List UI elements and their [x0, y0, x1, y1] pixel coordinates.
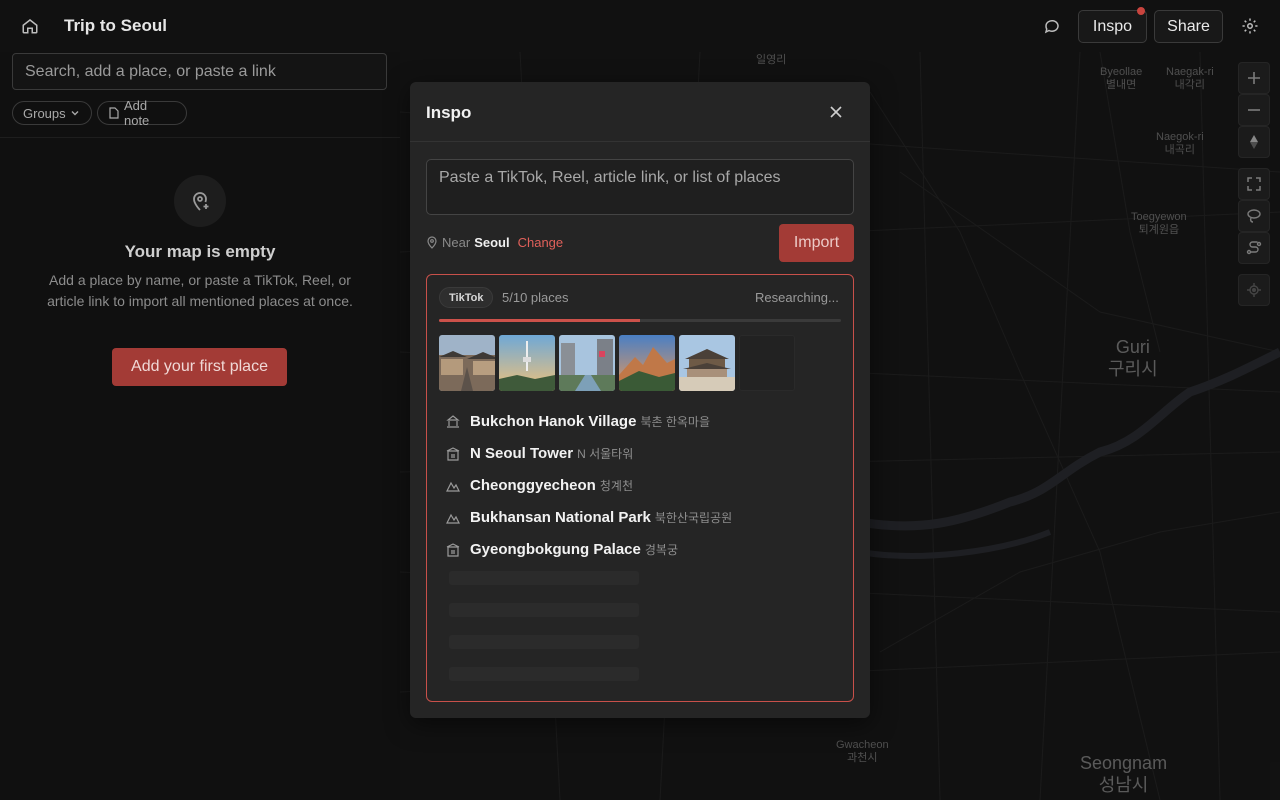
home-icon[interactable]: [18, 14, 42, 38]
list-item[interactable]: Bukchon Hanok Village 북촌 한옥마을: [445, 406, 732, 438]
add-note-button[interactable]: Add note: [97, 98, 187, 128]
groups-label: Groups: [23, 105, 66, 121]
trip-title[interactable]: Trip to Seoul: [64, 16, 167, 36]
thumbnail-placeholder: [739, 335, 795, 391]
list-item[interactable]: Bukhansan National Park 북한산국립공원: [445, 502, 732, 534]
divider: [0, 137, 400, 138]
progress-fill: [439, 319, 640, 322]
place-native-name: N 서울타워: [577, 447, 634, 461]
chat-icon[interactable]: [1040, 14, 1064, 38]
add-note-label: Add note: [123, 98, 150, 128]
place-name: Bukhansan National Park: [470, 509, 651, 526]
location-pin-icon: [427, 236, 437, 249]
places-list: Bukchon Hanok Village 북촌 한옥마을 N Seoul Tow…: [445, 406, 732, 566]
sidebar: Search, add a place, or paste a link Gro…: [0, 52, 400, 800]
top-bar: Trip to Seoul Inspo Share: [0, 0, 1280, 52]
place-native-name: 경복궁: [644, 543, 678, 557]
thumbnail-n-seoul-tower[interactable]: [499, 335, 555, 391]
skeleton-row: [449, 667, 639, 681]
chevron-down-icon: [71, 111, 79, 116]
note-icon: [109, 107, 119, 119]
empty-state-description: Add a place by name, or paste a TikTok, …: [47, 272, 353, 309]
near-city: Seoul: [474, 235, 510, 250]
landmark-icon: [445, 414, 461, 430]
mountain-icon: [445, 478, 461, 494]
building-icon: [445, 446, 461, 462]
share-button[interactable]: Share: [1154, 10, 1223, 43]
thumbnail-bukchon[interactable]: [439, 335, 495, 391]
near-prefix: Near: [442, 235, 471, 250]
import-button[interactable]: Import: [779, 224, 854, 262]
change-location-link[interactable]: Change: [518, 235, 564, 250]
source-badge: TikTok: [439, 287, 494, 308]
thumbnail-row: [439, 335, 795, 391]
list-item[interactable]: N Seoul Tower N 서울타워: [445, 438, 732, 470]
progress-bar: [439, 319, 841, 322]
list-item[interactable]: Gyeongbokgung Palace 경복궁: [445, 534, 732, 566]
groups-dropdown[interactable]: Groups: [12, 101, 92, 125]
close-icon[interactable]: [826, 102, 846, 122]
thumbnail-gyeongbokgung[interactable]: [679, 335, 735, 391]
add-first-place-button[interactable]: Add your first place: [112, 348, 287, 386]
skeleton-row: [449, 571, 639, 585]
dialog-title: Inspo: [426, 103, 472, 122]
inspo-dialog: Inspo Paste a TikTok, Reel, article link…: [410, 82, 870, 718]
search-input[interactable]: Search, add a place, or paste a link: [12, 53, 387, 90]
skeleton-row: [449, 603, 639, 617]
loading-skeletons: [449, 571, 639, 699]
place-name: Gyeongbokgung Palace: [470, 541, 641, 558]
paste-input[interactable]: Paste a TikTok, Reel, article link, or l…: [426, 159, 854, 215]
import-result-card: TikTok 5/10 places Researching... Bukcho…: [426, 274, 854, 702]
place-native-name: 북촌 한옥마을: [640, 415, 711, 429]
list-item[interactable]: Cheonggyecheon 청계천: [445, 470, 732, 502]
places-count: 5/10 places: [502, 290, 569, 305]
building-icon: [445, 542, 461, 558]
gear-icon[interactable]: [1238, 14, 1262, 38]
place-native-name: 청계천: [599, 479, 633, 493]
pin-add-icon: [174, 175, 226, 227]
status-text: Researching...: [755, 290, 839, 305]
skeleton-row: [449, 635, 639, 649]
place-name: Cheonggyecheon: [470, 477, 596, 494]
empty-state-title: Your map is empty: [124, 242, 276, 261]
thumbnail-bukhansan[interactable]: [619, 335, 675, 391]
near-location: Near Seoul Change: [426, 235, 563, 250]
place-name: N Seoul Tower: [470, 445, 574, 462]
thumbnail-cheonggyecheon[interactable]: [559, 335, 615, 391]
place-native-name: 북한산국립공원: [654, 511, 733, 525]
dialog-header: Inspo: [410, 82, 870, 142]
mountain-icon: [445, 510, 461, 526]
place-name: Bukchon Hanok Village: [470, 413, 637, 430]
inspo-button[interactable]: Inspo: [1078, 10, 1147, 43]
notification-dot: [1137, 7, 1145, 15]
